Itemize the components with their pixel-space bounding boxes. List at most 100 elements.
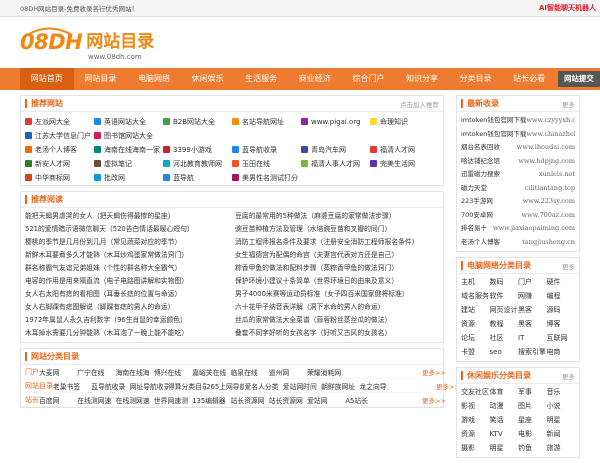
category-site-link[interactable]: 临泉在线 (230, 367, 268, 377)
category-site-link[interactable]: 在线测网速 (116, 395, 154, 405)
article-link[interactable]: 豌豆苗种植方法及管理（水培豌豆苗和叉瓣的同门） (235, 224, 439, 235)
site-link[interactable]: 左派网大全 (25, 116, 94, 127)
category-site-link[interactable]: 爱名人分类 (244, 381, 282, 391)
category-label[interactable]: 站长 (25, 395, 39, 405)
category-link[interactable]: 编程 (547, 291, 576, 302)
category-link[interactable]: 卡盟 (461, 347, 490, 358)
site-link[interactable]: 河北教育教师网 (163, 158, 232, 169)
nav-item[interactable]: 网站目录 (74, 68, 128, 90)
site-link[interactable]: 命理知识 (370, 116, 439, 127)
site-link[interactable]: 英语网站大全 (94, 116, 163, 127)
article-link[interactable]: 能把天蝎男虐哭的女人（把天蝎伤得最惨的星座） (25, 211, 229, 222)
category-site-link[interactable]: 大麦网 (39, 367, 77, 377)
category-site-link[interactable]: 在线测网速 (77, 395, 115, 405)
category-label[interactable]: 网站目录 (25, 381, 53, 391)
site-link[interactable]: 蓝导航收录 (232, 144, 301, 155)
category-link[interactable]: 游戏 (461, 415, 490, 426)
article-link[interactable]: 女人右太阳有痣的看相图（耳垂长痣的位置与命运） (25, 289, 229, 300)
category-link[interactable]: KTV (490, 429, 519, 440)
article-link[interactable]: 木耳掉水需要几分钟能熟（木耳泡了一晚上能不能吃） (25, 328, 229, 339)
category-site-link[interactable]: 朝鲜族网址 (321, 381, 359, 391)
site-link[interactable]: 新安人才网 (25, 158, 94, 169)
category-link[interactable]: 博客 (547, 319, 576, 330)
category-link[interactable]: 小说 (547, 401, 576, 412)
category-link[interactable]: 门户 (518, 277, 547, 288)
article-link[interactable]: 521的爱情暗示语微信聊天（520告白情话最暖心短句） (25, 224, 229, 235)
site-link[interactable]: 福清人事人才网 (301, 158, 370, 169)
site-link[interactable]: 3399小游戏 (163, 144, 232, 155)
site-link[interactable]: 虚拟笔记 (94, 158, 163, 169)
site-link[interactable]: 玉田在线 (232, 158, 301, 169)
category-link[interactable]: 硬件 (547, 277, 576, 288)
category-link[interactable]: 建站 (461, 305, 490, 316)
category-link[interactable]: 新闻 (547, 429, 576, 440)
article-link[interactable]: 消防工程师报名条件及要求（注册安全消防工程师报名条件） (235, 237, 439, 248)
category-link[interactable]: 明星 (547, 415, 576, 426)
category-link[interactable]: 动漫 (490, 401, 519, 412)
site-link[interactable]: 名站导航网址 (232, 116, 301, 127)
category-link[interactable]: 互联网 (547, 333, 576, 344)
category-link[interactable]: seo (490, 347, 519, 358)
category-site-link[interactable]: 海南在线海 (116, 367, 154, 377)
computer-more-link[interactable]: 更多 (562, 261, 575, 271)
article-link[interactable]: 电容的作用是用来隔直流（电子电路图讲解和实物图） (25, 276, 229, 287)
category-link[interactable]: 钓鱼 (518, 443, 547, 454)
category-site-link[interactable]: 蓝导航收录 (91, 381, 129, 391)
category-link[interactable]: 网赚 (518, 291, 547, 302)
leisure-more-link[interactable]: 更多 (562, 371, 575, 381)
category-site-link[interactable]: 老巢书签 (53, 381, 91, 391)
newest-item[interactable]: 哈达铺纪念馆 www.hdpjng.com (461, 155, 575, 169)
category-site-link[interactable]: A5站长 (345, 395, 383, 405)
site-link[interactable]: 批改网 (94, 172, 163, 183)
category-link[interactable]: 搜索引擎 (518, 347, 547, 358)
category-site-link[interactable]: 博兴在线 (154, 367, 192, 377)
article-link[interactable]: 新鲜木耳要煮多久才能熟（木耳炒鸡蛋家常做法窍门） (25, 250, 229, 261)
category-link[interactable]: 源码 (547, 305, 576, 316)
category-site-link[interactable]: 265上网导航 (206, 381, 244, 391)
category-link[interactable]: 主机 (461, 277, 490, 288)
category-link[interactable]: 社区 (490, 333, 519, 344)
category-site-link[interactable]: 龙之向导 (359, 381, 397, 391)
category-more-link[interactable]: 更多>> (422, 367, 446, 377)
newest-item[interactable]: imtoken钱包官网下载www.chinazhehen.com (461, 128, 575, 142)
category-more-link[interactable]: 更多>> (422, 395, 446, 405)
newest-item[interactable]: imtoken钱包官网下载www.czyyyxh.com (461, 114, 575, 128)
nav-item[interactable]: 综合门户 (342, 68, 396, 90)
site-link[interactable]: 老汤个人博客 (25, 144, 94, 155)
nav-item[interactable]: 站长必看 (502, 68, 556, 90)
category-link[interactable]: 摄影 (461, 443, 490, 454)
nav-item[interactable]: 商业经济 (288, 68, 342, 90)
category-link[interactable]: 网页设计 (490, 305, 519, 316)
category-label[interactable]: 门户 (25, 367, 39, 377)
article-link[interactable]: 男子4000米赛等运动员标准（女子四百米国家健将标准） (235, 289, 439, 300)
nav-item[interactable]: 分类目录 (449, 68, 503, 90)
category-link[interactable]: 交友社区 (461, 387, 490, 398)
ai-chat-link[interactable]: AI智能聊天机器人 (539, 3, 596, 13)
site-link[interactable]: www.pigai.org (301, 116, 370, 127)
site-link[interactable]: 中华商标网 (25, 172, 94, 183)
category-site-link[interactable]: 站长资源网 (230, 395, 268, 405)
site-link[interactable]: 福清人才网 (370, 144, 439, 155)
category-more-link[interactable]: 更多>> (436, 381, 460, 391)
site-link[interactable]: B2B网站大全 (163, 116, 232, 127)
category-link[interactable]: 笑话 (490, 415, 519, 426)
category-site-link[interactable]: 百度网 (39, 395, 77, 405)
newest-item[interactable]: 磁力天堂 cilitiantang.top (461, 182, 575, 196)
category-link[interactable]: 明星 (490, 443, 519, 454)
category-link[interactable]: 数码 (490, 277, 519, 288)
article-link[interactable]: 保护环境小建议十条简单（世界环境日的由来及意义） (235, 276, 439, 287)
category-site-link[interactable]: 世界网速测 (154, 395, 192, 405)
category-link[interactable]: 旅游 (547, 443, 576, 454)
category-site-link[interactable]: 道州网 (269, 367, 307, 377)
category-link[interactable]: 黑客 (518, 305, 547, 316)
site-logo[interactable]: 08DH 网站目录 www.08dh.com (20, 27, 154, 61)
category-link[interactable]: 软件 (490, 291, 519, 302)
category-link[interactable]: 音乐 (547, 387, 576, 398)
category-site-link[interactable]: 网址导航收录 (130, 381, 168, 391)
site-link[interactable]: 江苏大学信息门户 (25, 130, 94, 141)
category-site-link[interactable]: 爱站网时间 (283, 381, 321, 391)
article-link[interactable]: 叠套不同字好听的女孩名字（好听又古风的女孩名） (235, 328, 439, 339)
newest-item[interactable]: 排名易十 www.jiaxiaopaiming.com (461, 222, 575, 236)
category-link[interactable]: 电商 (547, 347, 576, 358)
category-link[interactable]: 资源 (461, 429, 490, 440)
